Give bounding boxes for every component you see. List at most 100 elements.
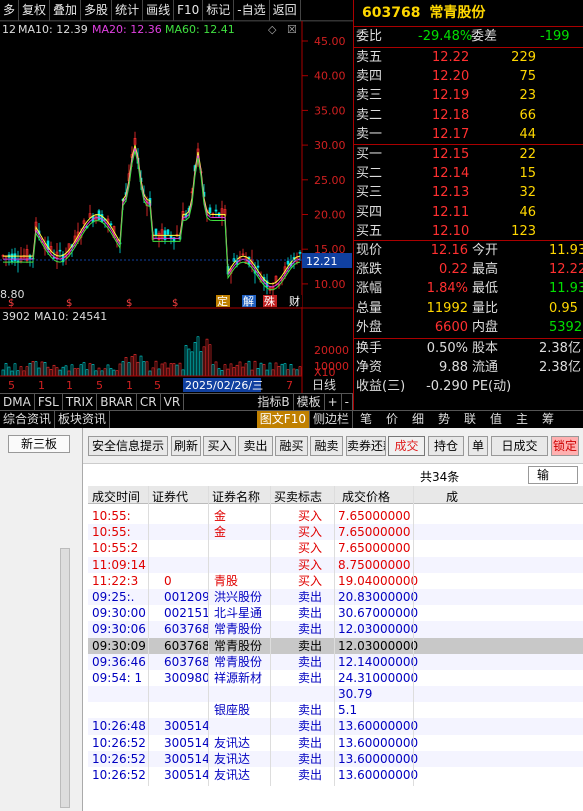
volume-bar: [19, 366, 23, 377]
tool-tab-1[interactable]: 模板: [294, 394, 325, 410]
f10-link[interactable]: 图文F10: [256, 411, 310, 428]
menu-item-4[interactable]: 统计: [112, 0, 144, 21]
table-row[interactable]: 银座股 卖出 5.1: [88, 702, 583, 719]
table-row[interactable]: 10:55: 金 买入 7.65000000: [88, 524, 583, 541]
menu-item-6[interactable]: F10: [174, 0, 204, 21]
stat-value: 11.93: [549, 243, 583, 258]
toolbar-button-3[interactable]: 卖出: [238, 436, 273, 456]
toolbar-button-2[interactable]: 买入: [203, 436, 236, 456]
indicator-tab-5[interactable]: VR: [161, 394, 185, 410]
toolbar-button-8[interactable]: 持仓: [428, 436, 464, 456]
right-tab-6[interactable]: 主: [509, 411, 535, 428]
menu-item-2[interactable]: 叠加: [50, 0, 82, 21]
table-row[interactable]: 11:09:14 买入 8.75000000: [88, 556, 583, 573]
volume-bar: [49, 368, 53, 377]
volume-bar: [22, 370, 26, 377]
toolbar-button-0[interactable]: 安全信息提示: [88, 436, 168, 456]
volume-bar: [139, 355, 143, 377]
toolbar-button-4[interactable]: 融买: [275, 436, 308, 456]
cell-time: 09:30:00: [92, 606, 146, 621]
table-row[interactable]: 10:26:52 300514 友讯达 卖出 13.60000000: [88, 767, 583, 784]
candle-body: [166, 229, 170, 235]
stat-value: 11992: [426, 300, 468, 316]
col-price[interactable]: 成交价格: [342, 488, 390, 505]
cell-price: 7.65000000: [338, 525, 411, 540]
menu-item-0[interactable]: 多: [0, 0, 20, 21]
toolbar-button-6[interactable]: 卖券还款: [346, 436, 386, 456]
right-tab-3[interactable]: 势: [431, 411, 457, 428]
volume-bar: [244, 363, 248, 377]
search-box[interactable]: 输: [528, 466, 578, 484]
menu-item-3[interactable]: 多股: [81, 0, 113, 21]
table-header: 成交时间 证券代 证券名称 买卖标志 成交价格 成: [88, 486, 583, 504]
volume-bar: [154, 360, 158, 377]
col-name[interactable]: 证券名称: [212, 488, 260, 505]
cell-side: 卖出: [298, 670, 323, 685]
cell-name: 金: [214, 509, 227, 523]
volume-tick: 20000: [314, 344, 349, 357]
table-row[interactable]: 09:30:06 603768 常青股份 卖出 12.03000000: [88, 621, 583, 638]
toolbar-button-5[interactable]: 融卖: [310, 436, 343, 456]
table-row[interactable]: 30.79: [88, 686, 583, 703]
table-row[interactable]: 09:25:. 001209 洪兴股份 卖出 20.83000000: [88, 588, 583, 606]
toolbar-button-1[interactable]: 刷新: [171, 436, 201, 456]
indicator-tab-2[interactable]: TRIX: [63, 394, 98, 410]
menu-item-5[interactable]: 画线: [143, 0, 175, 21]
event-marks: $ $ $ $ 定 解殊财: [8, 294, 302, 309]
stat-value: 0.95: [549, 300, 578, 316]
left-scrollbar[interactable]: [60, 548, 70, 808]
toolbar-button-7[interactable]: 成交: [388, 436, 425, 456]
info-tab-1[interactable]: 板块资讯: [55, 411, 111, 428]
toolbar-button-9[interactable]: 单: [468, 436, 488, 456]
right-tab-5[interactable]: 值: [483, 411, 509, 428]
left-tab-new-otc[interactable]: 新三板: [8, 435, 70, 453]
toolbar-button-10[interactable]: 日成交: [491, 436, 548, 456]
table-row[interactable]: 09:36:46 603768 常青股份 卖出 12.14000000: [88, 653, 583, 670]
indicator-tab-0[interactable]: DMA: [0, 394, 35, 410]
tool-tab-2[interactable]: +: [325, 394, 342, 410]
table-row[interactable]: 09:54: 1 300980 祥源新材 卖出 24.31000000: [88, 669, 583, 687]
menu-item-8[interactable]: -自选: [234, 0, 270, 21]
stat-value: 1.84%: [426, 281, 468, 297]
candle-body: [298, 251, 302, 254]
indicator-tab-1[interactable]: FSL: [35, 394, 63, 410]
table-row[interactable]: 10:26:52 300514 友讯达 卖出 13.60000000: [88, 750, 583, 767]
tool-tab-0[interactable]: 指标B: [254, 394, 294, 410]
volume-bar: [121, 361, 125, 377]
col-time[interactable]: 成交时间: [92, 488, 140, 505]
table-row[interactable]: 10:55:2 买入 7.65000000: [88, 540, 583, 557]
cell-time: 09:30:09: [92, 638, 146, 653]
table-row[interactable]: 10:26:48 300514 卖出 13.60000000: [88, 718, 583, 735]
col-code[interactable]: 证券代: [152, 488, 188, 505]
toolbar-button-11[interactable]: 锁定: [551, 436, 579, 456]
sidebar-link[interactable]: 侧边栏: [310, 411, 353, 428]
indicator-tab-3[interactable]: BRAR: [97, 394, 137, 410]
menu-item-9[interactable]: 返回: [270, 0, 301, 21]
date-tick: 5: [8, 379, 15, 392]
volume-bar: [64, 365, 68, 377]
right-tab-2[interactable]: 细: [405, 411, 431, 428]
right-tab-7[interactable]: 筹: [535, 411, 561, 428]
right-tab-1[interactable]: 价: [379, 411, 405, 428]
table-row[interactable]: 10:26:52 300514 友讯达 卖出 13.60000000: [88, 734, 583, 751]
candle-body: [58, 249, 62, 252]
menu-item-7[interactable]: 标记: [203, 0, 235, 21]
tool-tab-3[interactable]: -: [342, 394, 353, 410]
right-tab-4[interactable]: 联: [457, 411, 483, 428]
kline-chart[interactable]: 12 MA10: 12.39 MA20: 12.36 MA60: 12.41 ◇…: [0, 21, 353, 409]
table-row[interactable]: 09:30:09 603768 常青股份 卖出 12.03000000: [88, 637, 583, 654]
cell-name: 北斗星通: [214, 606, 263, 621]
right-tab-0[interactable]: 笔: [353, 411, 379, 428]
indicator-tab-4[interactable]: CR: [137, 394, 161, 410]
info-tab-0[interactable]: 综合资讯: [0, 411, 56, 428]
table-row[interactable]: 11:22:3 0 青股 买入 19.04000000: [88, 572, 583, 589]
col-more[interactable]: 成: [446, 488, 458, 505]
table-row[interactable]: 10:55: 金 买入 7.65000000: [88, 508, 583, 525]
table-row[interactable]: 09:30:00 002151 北斗星通 卖出 30.67000000: [88, 605, 583, 622]
stat-label: 总量: [356, 300, 383, 316]
menu-item-1[interactable]: 复权: [19, 0, 51, 21]
cell-price: 7.65000000: [338, 541, 411, 556]
stat-label: 外盘: [356, 319, 383, 335]
volume-bar: [163, 362, 167, 377]
col-side[interactable]: 买卖标志: [274, 488, 322, 505]
